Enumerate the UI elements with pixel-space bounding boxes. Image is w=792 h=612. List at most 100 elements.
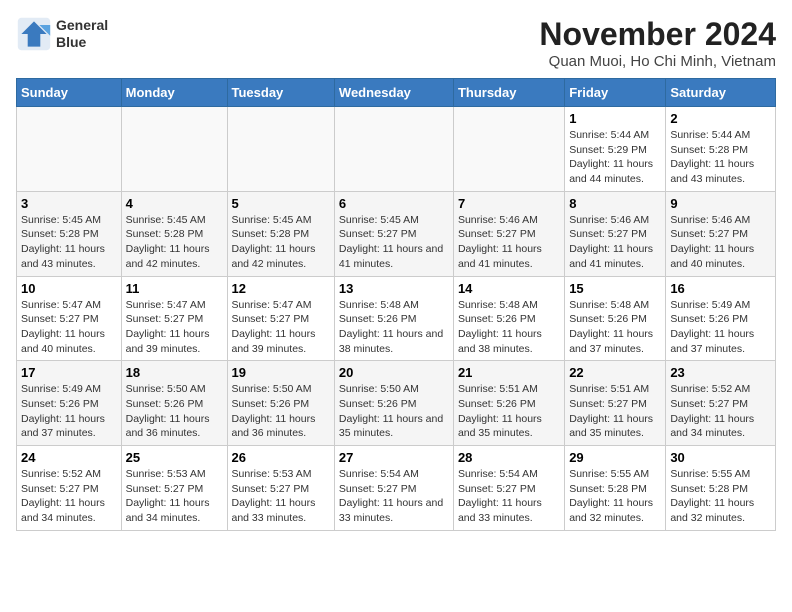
day-number: 4 xyxy=(126,196,223,211)
day-number: 9 xyxy=(670,196,771,211)
day-number: 23 xyxy=(670,365,771,380)
day-cell-17: 17Sunrise: 5:49 AM Sunset: 5:26 PM Dayli… xyxy=(17,361,122,446)
day-info: Sunrise: 5:52 AM Sunset: 5:27 PM Dayligh… xyxy=(21,467,117,526)
day-info: Sunrise: 5:55 AM Sunset: 5:28 PM Dayligh… xyxy=(670,467,771,526)
day-info: Sunrise: 5:45 AM Sunset: 5:28 PM Dayligh… xyxy=(126,213,223,272)
day-cell-14: 14Sunrise: 5:48 AM Sunset: 5:26 PM Dayli… xyxy=(453,276,564,361)
day-cell-3: 3 Sunrise: 5:45 AM Sunset: 5:28 PM Daylig… xyxy=(17,191,122,276)
day-cell-12: 12 Sunrise: 5:47 AM Sunset: 5:27 PM Dayli… xyxy=(227,276,334,361)
day-number: 25 xyxy=(126,450,223,465)
day-cell-4: 4 Sunrise: 5:45 AM Sunset: 5:28 PM Daylig… xyxy=(121,191,227,276)
day-cell-9: 9 Sunrise: 5:46 AM Sunset: 5:27 PM Daylig… xyxy=(666,191,776,276)
day-info: Sunrise: 5:51 AM Sunset: 5:27 PM Dayligh… xyxy=(569,382,661,441)
header: General Blue November 2024 Quan Muoi, Ho… xyxy=(16,16,776,70)
day-info: Sunrise: 5:52 AM Sunset: 5:27 PM Dayligh… xyxy=(670,382,771,441)
day-info: Sunrise: 5:48 AM Sunset: 5:26 PM Dayligh… xyxy=(569,298,661,357)
logo: General Blue xyxy=(16,16,108,52)
weekday-sunday: Sunday xyxy=(17,79,122,107)
day-number: 18 xyxy=(126,365,223,380)
day-info: Sunrise: 5:54 AM Sunset: 5:27 PM Dayligh… xyxy=(458,467,560,526)
day-info: Sunrise: 5:50 AM Sunset: 5:26 PM Dayligh… xyxy=(232,382,330,441)
day-info: Sunrise: 5:53 AM Sunset: 5:27 PM Dayligh… xyxy=(232,467,330,526)
day-info: Sunrise: 5:47 AM Sunset: 5:27 PM Dayligh… xyxy=(232,298,330,357)
day-info: Sunrise: 5:45 AM Sunset: 5:27 PM Dayligh… xyxy=(339,213,449,272)
day-cell-6: 6Sunrise: 5:45 AM Sunset: 5:27 PM Daylig… xyxy=(334,191,453,276)
weekday-header-row: SundayMondayTuesdayWednesdayThursdayFrid… xyxy=(17,79,776,107)
day-number: 5 xyxy=(232,196,330,211)
day-number: 20 xyxy=(339,365,449,380)
day-number: 13 xyxy=(339,281,449,296)
month-title: November 2024 xyxy=(539,16,776,53)
day-cell-7: 7Sunrise: 5:46 AM Sunset: 5:27 PM Daylig… xyxy=(453,191,564,276)
empty-cell xyxy=(121,107,227,192)
weekday-tuesday: Tuesday xyxy=(227,79,334,107)
day-number: 11 xyxy=(126,281,223,296)
empty-cell xyxy=(453,107,564,192)
weekday-friday: Friday xyxy=(565,79,666,107)
calendar-body: 1Sunrise: 5:44 AM Sunset: 5:29 PM Daylig… xyxy=(17,107,776,531)
day-number: 16 xyxy=(670,281,771,296)
day-number: 26 xyxy=(232,450,330,465)
title-area: November 2024 Quan Muoi, Ho Chi Minh, Vi… xyxy=(539,16,776,70)
day-number: 24 xyxy=(21,450,117,465)
empty-cell xyxy=(334,107,453,192)
day-number: 12 xyxy=(232,281,330,296)
day-cell-15: 15 Sunrise: 5:48 AM Sunset: 5:26 PM Dayli… xyxy=(565,276,666,361)
day-cell-27: 27Sunrise: 5:54 AM Sunset: 5:27 PM Dayli… xyxy=(334,446,453,531)
day-cell-8: 8Sunrise: 5:46 AM Sunset: 5:27 PM Daylig… xyxy=(565,191,666,276)
weekday-saturday: Saturday xyxy=(666,79,776,107)
day-cell-21: 21 Sunrise: 5:51 AM Sunset: 5:26 PM Dayli… xyxy=(453,361,564,446)
day-number: 22 xyxy=(569,365,661,380)
day-info: Sunrise: 5:45 AM Sunset: 5:28 PM Dayligh… xyxy=(232,213,330,272)
day-number: 2 xyxy=(670,111,771,126)
day-number: 28 xyxy=(458,450,560,465)
day-info: Sunrise: 5:48 AM Sunset: 5:26 PM Dayligh… xyxy=(339,298,449,357)
day-number: 15 xyxy=(569,281,661,296)
logo-icon xyxy=(16,16,52,52)
day-number: 10 xyxy=(21,281,117,296)
day-info: Sunrise: 5:46 AM Sunset: 5:27 PM Dayligh… xyxy=(569,213,661,272)
day-cell-30: 30Sunrise: 5:55 AM Sunset: 5:28 PM Dayli… xyxy=(666,446,776,531)
day-cell-16: 16 Sunrise: 5:49 AM Sunset: 5:26 PM Dayli… xyxy=(666,276,776,361)
day-info: Sunrise: 5:55 AM Sunset: 5:28 PM Dayligh… xyxy=(569,467,661,526)
day-info: Sunrise: 5:53 AM Sunset: 5:27 PM Dayligh… xyxy=(126,467,223,526)
day-cell-1: 1Sunrise: 5:44 AM Sunset: 5:29 PM Daylig… xyxy=(565,107,666,192)
day-number: 7 xyxy=(458,196,560,211)
day-info: Sunrise: 5:49 AM Sunset: 5:26 PM Dayligh… xyxy=(670,298,771,357)
day-cell-26: 26 Sunrise: 5:53 AM Sunset: 5:27 PM Dayli… xyxy=(227,446,334,531)
day-cell-5: 5 Sunrise: 5:45 AM Sunset: 5:28 PM Daylig… xyxy=(227,191,334,276)
day-info: Sunrise: 5:48 AM Sunset: 5:26 PM Dayligh… xyxy=(458,298,560,357)
day-cell-23: 23 Sunrise: 5:52 AM Sunset: 5:27 PM Dayli… xyxy=(666,361,776,446)
logo-line2: Blue xyxy=(56,34,108,51)
empty-cell xyxy=(17,107,122,192)
day-number: 19 xyxy=(232,365,330,380)
week-row-4: 24 Sunrise: 5:52 AM Sunset: 5:27 PM Dayli… xyxy=(17,446,776,531)
day-cell-10: 10Sunrise: 5:47 AM Sunset: 5:27 PM Dayli… xyxy=(17,276,122,361)
day-cell-20: 20 Sunrise: 5:50 AM Sunset: 5:26 PM Dayli… xyxy=(334,361,453,446)
day-cell-2: 2 Sunrise: 5:44 AM Sunset: 5:28 PM Daylig… xyxy=(666,107,776,192)
location: Quan Muoi, Ho Chi Minh, Vietnam xyxy=(539,53,776,70)
day-cell-13: 13 Sunrise: 5:48 AM Sunset: 5:26 PM Dayli… xyxy=(334,276,453,361)
day-info: Sunrise: 5:50 AM Sunset: 5:26 PM Dayligh… xyxy=(126,382,223,441)
day-info: Sunrise: 5:51 AM Sunset: 5:26 PM Dayligh… xyxy=(458,382,560,441)
day-cell-22: 22 Sunrise: 5:51 AM Sunset: 5:27 PM Dayli… xyxy=(565,361,666,446)
week-row-1: 3 Sunrise: 5:45 AM Sunset: 5:28 PM Daylig… xyxy=(17,191,776,276)
day-number: 21 xyxy=(458,365,560,380)
week-row-2: 10 Sunrise: 5:47 AM Sunset: 5:27 PM Dayli… xyxy=(17,276,776,361)
day-info: Sunrise: 5:47 AM Sunset: 5:27 PM Dayligh… xyxy=(126,298,223,357)
day-info: Sunrise: 5:45 AM Sunset: 5:28 PM Dayligh… xyxy=(21,213,117,272)
day-info: Sunrise: 5:50 AM Sunset: 5:26 PM Dayligh… xyxy=(339,382,449,441)
day-info: Sunrise: 5:44 AM Sunset: 5:29 PM Dayligh… xyxy=(569,128,661,187)
day-cell-29: 29 Sunrise: 5:55 AM Sunset: 5:28 PM Dayli… xyxy=(565,446,666,531)
empty-cell xyxy=(227,107,334,192)
day-number: 29 xyxy=(569,450,661,465)
week-row-0: 1Sunrise: 5:44 AM Sunset: 5:29 PM Daylig… xyxy=(17,107,776,192)
week-row-3: 17Sunrise: 5:49 AM Sunset: 5:26 PM Dayli… xyxy=(17,361,776,446)
day-cell-18: 18 Sunrise: 5:50 AM Sunset: 5:26 PM Dayli… xyxy=(121,361,227,446)
day-cell-28: 28 Sunrise: 5:54 AM Sunset: 5:27 PM Dayli… xyxy=(453,446,564,531)
day-info: Sunrise: 5:44 AM Sunset: 5:28 PM Dayligh… xyxy=(670,128,771,187)
day-info: Sunrise: 5:46 AM Sunset: 5:27 PM Dayligh… xyxy=(670,213,771,272)
day-number: 3 xyxy=(21,196,117,211)
day-number: 17 xyxy=(21,365,117,380)
calendar-table: SundayMondayTuesdayWednesdayThursdayFrid… xyxy=(16,78,776,531)
